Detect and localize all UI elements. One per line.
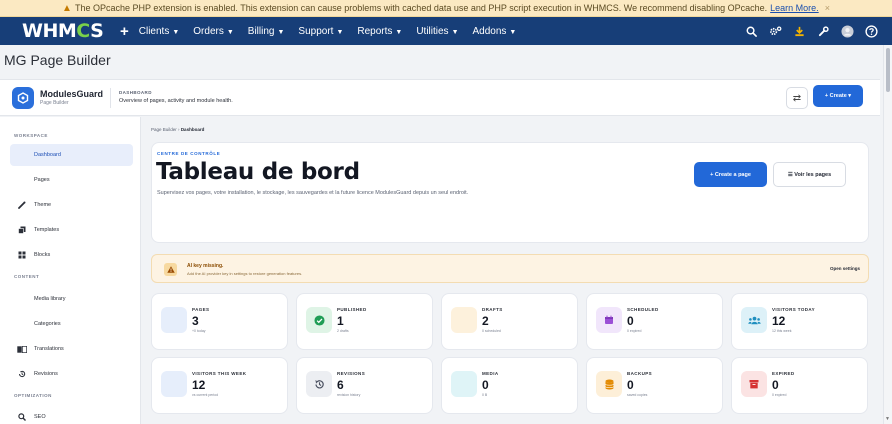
page-title: MG Page Builder bbox=[4, 52, 111, 68]
sidebar-item-dashboard[interactable]: Dashboard bbox=[10, 144, 133, 166]
menu-billing[interactable]: Billing ▼ bbox=[248, 26, 285, 37]
stat-card-visitors-today[interactable]: VISITORS TODAY 12 12 this week bbox=[731, 293, 868, 350]
breadcrumb-current: Dashboard bbox=[180, 127, 205, 132]
menu-reports[interactable]: Reports ▼ bbox=[357, 26, 402, 37]
sidebar-item-categories[interactable]: Categories bbox=[10, 313, 133, 335]
history-icon bbox=[17, 370, 27, 378]
sidebar-item-theme[interactable]: Theme bbox=[10, 194, 133, 216]
search-icon bbox=[17, 413, 27, 421]
scroll-down-arrow-icon[interactable]: ▼ bbox=[885, 416, 890, 422]
stat-card-media[interactable]: MEDIA 0 0 B bbox=[441, 357, 578, 414]
language-icon bbox=[17, 345, 27, 353]
chevron-down-icon: ▼ bbox=[451, 28, 459, 36]
brush-icon bbox=[17, 201, 27, 209]
breadcrumb-separator: › bbox=[178, 127, 180, 132]
sidebar: WORKSPACE Dashboard Pages Theme Template… bbox=[0, 117, 141, 424]
copy-icon bbox=[17, 226, 27, 234]
menu-orders[interactable]: Orders ▼ bbox=[193, 26, 234, 37]
quick-add-button[interactable]: + bbox=[120, 23, 129, 40]
scrollbar-thumb[interactable] bbox=[886, 48, 890, 92]
stat-card-published[interactable]: PUBLISHED 1 2 drafts bbox=[296, 293, 433, 350]
alert-subtitle: Add the AI provider key in settings to r… bbox=[187, 271, 303, 276]
download-update-icon[interactable] bbox=[788, 20, 810, 42]
stat-card-backups[interactable]: BACKUPS 0 saved copies bbox=[586, 357, 723, 414]
hero-description: Supervisez vos pages, votre installation… bbox=[157, 190, 469, 196]
page-scrollbar[interactable]: ▼ bbox=[883, 45, 892, 424]
top-navigation: WHMCS + Clients ▼ Orders ▼ Billing ▼ Suppor… bbox=[0, 17, 892, 45]
header-kicker: DASHBOARD bbox=[119, 90, 152, 95]
check-icon bbox=[306, 307, 332, 333]
switch-view-button[interactable]: ⇄ bbox=[786, 87, 808, 109]
sidebar-item-translations[interactable]: Translations bbox=[10, 338, 133, 360]
stat-card-revisions[interactable]: REVISIONS 6 revision history bbox=[296, 357, 433, 414]
stat-card-drafts[interactable]: DRAFTS 2 0 scheduled bbox=[441, 293, 578, 350]
close-icon[interactable]: × bbox=[825, 3, 830, 13]
hero-kicker: CENTRE DE CONTRÔLE bbox=[157, 151, 221, 156]
chevron-down-icon: ▼ bbox=[336, 28, 344, 36]
chevron-down-icon: ▼ bbox=[395, 28, 403, 36]
menu-utilities[interactable]: Utilities ▼ bbox=[416, 26, 458, 37]
chevron-down-icon: ▼ bbox=[172, 28, 180, 36]
sidebar-item-pages[interactable]: Pages bbox=[10, 169, 133, 191]
alert-title: AI key missing. bbox=[187, 263, 224, 269]
sidebar-item-media-library[interactable]: Media library bbox=[10, 288, 133, 310]
archive-icon bbox=[741, 371, 767, 397]
main-menu: Clients ▼ Orders ▼ Billing ▼ Support ▼ Repor… bbox=[139, 26, 531, 37]
breadcrumb: Page Builder › Dashboard bbox=[151, 127, 204, 132]
open-settings-link[interactable]: Open settings bbox=[830, 266, 860, 271]
sidebar-item-templates[interactable]: Templates bbox=[10, 219, 133, 241]
header-divider bbox=[110, 88, 111, 108]
module-header: ModulesGuard Page Builder DASHBOARD Over… bbox=[0, 79, 880, 116]
menu-addons[interactable]: Addons ▼ bbox=[473, 26, 517, 37]
page-icon bbox=[161, 307, 187, 333]
sidebar-item-blocks[interactable]: Blocks bbox=[10, 244, 133, 266]
warning-triangle-icon bbox=[164, 263, 177, 276]
modulesguard-logo-icon bbox=[12, 87, 34, 109]
sidebar-item-seo[interactable]: SEO bbox=[10, 406, 133, 424]
create-page-button[interactable]: + Create a page bbox=[694, 162, 767, 187]
warning-text: The OPcache PHP extension is enabled. Th… bbox=[74, 3, 768, 13]
header-description: Overview of pages, activity and module h… bbox=[119, 98, 233, 104]
help-icon[interactable] bbox=[860, 20, 882, 42]
brand-name: ModulesGuard bbox=[40, 89, 104, 99]
stat-card-visitors-this-week[interactable]: VISITORS THIS WEEK 12 vs current period bbox=[151, 357, 288, 414]
sidebar-item-revisions[interactable]: Revisions bbox=[10, 363, 133, 385]
image-icon bbox=[451, 371, 477, 397]
wrench-icon[interactable] bbox=[812, 20, 834, 42]
menu-clients[interactable]: Clients ▼ bbox=[139, 26, 180, 37]
nav-icon-group bbox=[738, 17, 882, 45]
stat-card-expired[interactable]: EXPIRED 0 0 expired bbox=[731, 357, 868, 414]
main-content: Page Builder › Dashboard CENTRE DE CONTR… bbox=[141, 117, 880, 424]
stat-card-pages[interactable]: PAGES 3 +0 today bbox=[151, 293, 288, 350]
database-icon bbox=[596, 371, 622, 397]
learn-more-link[interactable]: Learn More. bbox=[770, 3, 819, 13]
calendar-icon bbox=[596, 307, 622, 333]
opcache-warning-bar: ▲ The OPcache PHP extension is enabled. … bbox=[0, 0, 892, 17]
search-icon[interactable] bbox=[740, 20, 762, 42]
grid-icon bbox=[17, 251, 27, 259]
hero-title: Tableau de bord bbox=[156, 159, 360, 185]
chevron-down-icon: ▼ bbox=[509, 28, 517, 36]
swap-arrows-icon: ⇄ bbox=[792, 92, 802, 104]
chevron-down-icon: ▼ bbox=[277, 28, 285, 36]
sidebar-section-workspace: WORKSPACE bbox=[14, 133, 48, 138]
chart-icon bbox=[161, 371, 187, 397]
sidebar-section-optimization: OPTIMIZATION bbox=[14, 393, 52, 398]
whmcs-logo[interactable]: WHMCS bbox=[22, 20, 104, 42]
users-icon bbox=[741, 307, 767, 333]
view-pages-button[interactable]: ☰ Voir les pages bbox=[773, 162, 846, 187]
history-icon bbox=[306, 371, 332, 397]
draft-icon bbox=[451, 307, 477, 333]
avatar[interactable] bbox=[836, 20, 858, 42]
warning-icon: ▲ bbox=[62, 2, 72, 14]
create-dropdown-button[interactable]: + Create ▾ bbox=[813, 85, 863, 107]
chevron-down-icon: ▼ bbox=[226, 28, 234, 36]
menu-support[interactable]: Support ▼ bbox=[298, 26, 343, 37]
gears-icon[interactable] bbox=[764, 20, 786, 42]
sidebar-section-content: CONTENT bbox=[14, 274, 40, 279]
breadcrumb-root[interactable]: Page Builder bbox=[151, 127, 177, 132]
ai-key-alert: AI key missing. Add the AI provider key … bbox=[151, 254, 869, 283]
stat-card-scheduled[interactable]: SCHEDULED 0 0 expired bbox=[586, 293, 723, 350]
brand-subtitle: Page Builder bbox=[40, 100, 69, 106]
